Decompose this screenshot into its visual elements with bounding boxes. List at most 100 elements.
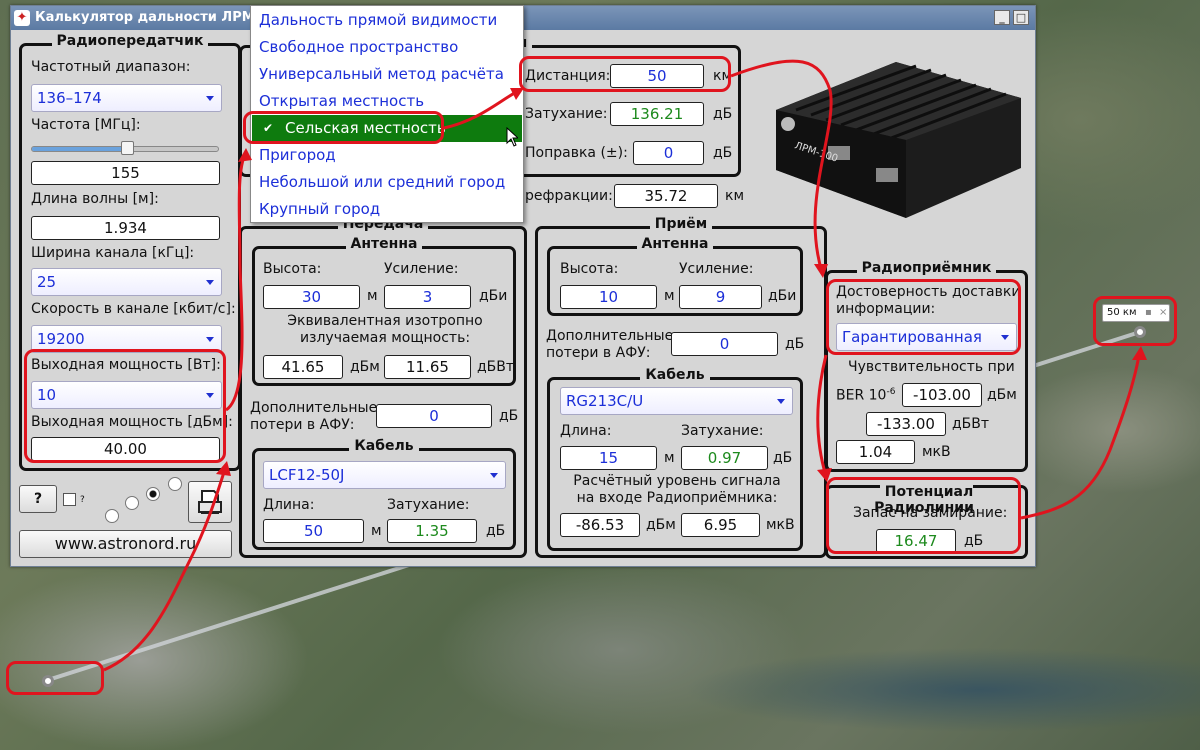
rx-height-field[interactable]: 10 — [560, 285, 657, 309]
power-dbm-field: 40.00 — [31, 437, 220, 461]
bandwidth-select[interactable]: 25 — [31, 268, 222, 296]
rx-afu-unit: дБ — [785, 336, 805, 352]
rx-afu-label: Дополнительные потери в АФУ: — [546, 328, 674, 361]
wavelength-label: Длина волны [м]: — [31, 191, 159, 207]
rx-antenna-panel: Антенна Высота: Усиление: 10 м 9 дБи — [547, 236, 803, 316]
freq-slider-thumb[interactable] — [120, 141, 134, 155]
printer-icon — [198, 490, 222, 514]
layout-radio-1[interactable] — [105, 509, 119, 523]
checkbox-hint: ? — [80, 495, 85, 505]
layout-radio-2[interactable] — [125, 496, 139, 510]
window-title: Калькулятор дальности ЛРМ-1 — [35, 10, 270, 25]
tx-eirp-dbw-field: 11.65 — [384, 355, 471, 379]
correction-unit: дБ — [713, 145, 733, 161]
attenuation-field: 136.21 — [610, 102, 704, 126]
chevron-down-icon — [1001, 335, 1009, 340]
close-icon[interactable]: × — [1159, 305, 1167, 321]
rx-panel: Приём Антенна Высота: Усиление: 10 м 9 д… — [535, 216, 827, 558]
rx-afu-field[interactable]: 0 — [671, 332, 778, 356]
rx-cable-title: Кабель — [640, 367, 710, 383]
tx-gain-field[interactable]: 3 — [384, 285, 471, 309]
tx-afu-unit: дБ — [499, 408, 519, 424]
rate-label: Скорость в канале [кбит/с]: — [31, 301, 236, 317]
reliability-value: Гарантированная — [842, 328, 982, 346]
menu-item-free-space[interactable]: Свободное пространство — [252, 34, 522, 61]
minimize-button[interactable]: _ — [994, 10, 1010, 25]
tx-len-field[interactable]: 50 — [263, 519, 364, 543]
annotation-box-map-a — [6, 661, 104, 695]
menu-item-los[interactable]: Дальность прямой видимости — [252, 7, 522, 34]
rx-len-label: Длина: — [560, 423, 612, 439]
power-w-select[interactable]: 10 — [31, 381, 222, 409]
chevron-down-icon — [777, 399, 785, 404]
power-dbm-label: Выходная мощность [дБм]: — [31, 414, 233, 430]
reliability-select[interactable]: Гарантированная — [836, 323, 1017, 351]
tx-len-unit: м — [371, 523, 382, 539]
menu-item-small-city[interactable]: Небольшой или средний город — [252, 169, 522, 196]
rx-antenna-title: Антенна — [636, 236, 714, 252]
rx-cable-att-unit: дБ — [773, 450, 793, 466]
distance-field[interactable]: 50 — [610, 64, 704, 88]
map-point-a[interactable] — [42, 675, 54, 687]
rx-level-dbm-unit: дБм — [646, 517, 676, 533]
freq-field[interactable]: 155 — [31, 161, 220, 185]
rx-len-unit: м — [664, 450, 675, 466]
menu-item-large-city[interactable]: Крупный город — [252, 196, 522, 223]
option-checkbox[interactable] — [63, 493, 76, 506]
distance-label: Дистанция: — [525, 68, 611, 84]
tx-cable-title: Кабель — [349, 438, 419, 454]
attenuation-label: Затухание: — [525, 106, 608, 122]
refraction-field: 35.72 — [614, 184, 718, 208]
distance-unit: км — [713, 68, 733, 84]
menu-item-universal[interactable]: Универсальный метод расчёта — [252, 61, 522, 88]
rate-select[interactable]: 19200 — [31, 325, 222, 353]
tx-height-field[interactable]: 30 — [263, 285, 360, 309]
freq-label: Частота [МГц]: — [31, 117, 141, 133]
menu-item-open[interactable]: Открытая местность — [252, 88, 522, 115]
power-w-label: Выходная мощность [Вт]: — [31, 357, 221, 373]
help-button[interactable]: ? — [19, 485, 57, 513]
rx-gain-field[interactable]: 9 — [679, 285, 762, 309]
menu-item-suburb[interactable]: Пригород — [252, 142, 522, 169]
rate-value: 19200 — [37, 330, 85, 348]
rx-cable-select[interactable]: RG213C/U — [560, 387, 793, 415]
layout-radio-4[interactable] — [168, 477, 182, 491]
ber-exponent: -6 — [886, 387, 896, 397]
margin-unit: дБ — [964, 533, 984, 549]
tx-cable-select[interactable]: LCF12-50J — [263, 461, 506, 489]
maximize-button[interactable]: □ — [1013, 10, 1029, 25]
freq-range-value: 136–174 — [37, 89, 102, 107]
website-button[interactable]: www.astronord.ru — [19, 530, 232, 558]
print-button[interactable] — [188, 481, 232, 523]
chevron-down-icon — [206, 393, 214, 398]
correction-field[interactable]: 0 — [633, 141, 704, 165]
chevron-down-icon — [206, 337, 214, 342]
trash-icon[interactable]: ▪ — [1145, 305, 1152, 321]
ber-base: BER 10 — [836, 387, 887, 404]
rx-cable-att-label: Затухание: — [681, 423, 764, 439]
bandwidth-label: Ширина канала [кГц]: — [31, 245, 195, 261]
map-point-b[interactable] — [1134, 326, 1146, 338]
tx-gain-label: Усиление: — [384, 261, 459, 277]
chevron-down-icon — [206, 96, 214, 101]
bandwidth-value: 25 — [37, 273, 57, 291]
layout-radio-3[interactable] — [146, 487, 160, 501]
tx-afu-field[interactable]: 0 — [376, 404, 492, 428]
sens-dbm-field: -103.00 — [902, 383, 982, 407]
rx-len-field[interactable]: 15 — [560, 446, 657, 470]
transmitter-title: Радиопередатчик — [51, 33, 209, 49]
freq-range-label: Частотный диапазон: — [31, 59, 191, 75]
tx-afu-label: Дополнительные потери в АФУ: — [250, 400, 378, 433]
potential-panel: Потенциал Радиолинии Запас на замирание:… — [825, 484, 1028, 559]
check-icon: ✔ — [263, 121, 274, 135]
reliability-label: Достоверность доставки информации: — [836, 284, 1021, 317]
tx-panel: Передача Антенна Высота: Усиление: 30 м … — [239, 216, 527, 558]
freq-range-select[interactable]: 136–174 — [31, 84, 222, 112]
freq-slider[interactable] — [31, 141, 219, 155]
rx-cable-att-field: 0.97 — [681, 446, 768, 470]
tx-cable-att-field: 1.35 — [387, 519, 477, 543]
rx-level-uv-field: 6.95 — [681, 513, 760, 537]
menu-item-rural[interactable]: ✔ Сельская местность — [252, 115, 522, 142]
tx-eirp-dbm-unit: дБм — [350, 359, 380, 375]
propagation-model-menu: Дальность прямой видимости Свободное про… — [250, 5, 524, 223]
